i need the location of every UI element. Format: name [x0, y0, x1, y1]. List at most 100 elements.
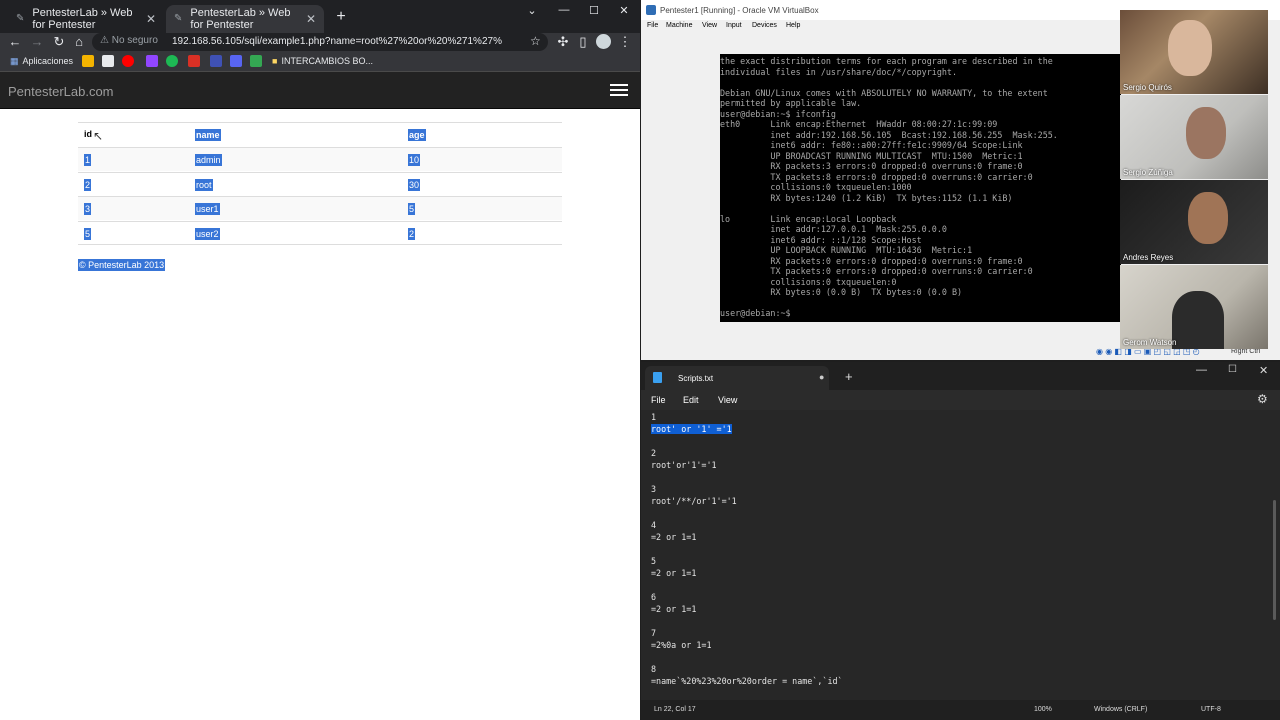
url-text[interactable]: 192.168.56.105/sqli/example1.php?name=ro…: [172, 36, 502, 47]
sidepanel-icon[interactable]: ▯: [574, 33, 592, 51]
participant-tile[interactable]: Andres Reyes: [1120, 180, 1268, 264]
bookmark-folder[interactable]: ■ INTERCAMBIOS BO...: [272, 54, 373, 68]
terminal-line: individual files in /usr/share/doc/*/cop…: [720, 66, 957, 77]
vbox-menu-help[interactable]: Help: [786, 22, 800, 29]
menu-kebab-icon[interactable]: ⋮: [616, 33, 634, 51]
new-tab-button[interactable]: +: [845, 369, 853, 384]
terminal-line: TX packets:8 errors:0 dropped:0 overruns…: [720, 171, 1033, 182]
vbox-menu-view[interactable]: View: [702, 22, 717, 29]
close-window-button[interactable]: ✕: [1259, 364, 1268, 377]
reload-icon[interactable]: ↻: [50, 33, 68, 51]
terminal-line: collisions:0 txqueuelen:1000: [720, 182, 912, 192]
close-window-button[interactable]: ✕: [610, 4, 638, 18]
table-header-row: id name age: [78, 122, 562, 146]
participant-tile[interactable]: Gerom Watson: [1120, 265, 1268, 349]
vm-terminal[interactable]: the exact distribution terms for each pr…: [720, 54, 1121, 322]
terminal-line: UP BROADCAST RUNNING MULTICAST MTU:1500 …: [720, 150, 1023, 161]
notepad-menu-view[interactable]: View: [718, 395, 737, 405]
youtube-icon[interactable]: [122, 55, 134, 67]
bookmark-icon[interactable]: [102, 55, 114, 67]
mouse-cursor-icon: ↖: [93, 129, 104, 143]
browser-tab-2[interactable]: ✎ PentesterLab » Web for Pentester ✕: [166, 5, 324, 33]
hamburger-menu-icon[interactable]: [610, 84, 628, 98]
chevron-down-icon[interactable]: ⌄: [518, 4, 546, 18]
terminal-line: inet addr:127.0.0.1 Mask:255.0.0.0: [720, 224, 947, 234]
notepad-menu-edit[interactable]: Edit: [683, 395, 699, 405]
maximize-button[interactable]: ☐: [1228, 364, 1237, 375]
bookmark-icon[interactable]: [210, 55, 222, 67]
terminal-line: RX packets:3 errors:0 dropped:0 overruns…: [720, 161, 1023, 171]
code-line: 5: [651, 556, 657, 566]
terminal-line: inet6 addr: fe80::a00:27ff:fe1c:9909/64 …: [720, 140, 1023, 150]
participant-name: Sergio Zúñiga: [1123, 168, 1173, 177]
unsaved-dot-icon[interactable]: ●: [819, 372, 824, 382]
cell-age: 2: [408, 228, 416, 240]
code-line: 1: [651, 412, 657, 422]
bookmark-icon[interactable]: [230, 55, 242, 67]
code-line: 7: [651, 628, 657, 638]
participant-tile[interactable]: Sergio Zúñiga: [1120, 95, 1268, 179]
drive-icon[interactable]: [250, 55, 262, 67]
notepad-statusbar: Ln 22, Col 17 100% Windows (CRLF) UTF-8: [641, 702, 1280, 720]
code-line-selected: root' or '1' ='1: [651, 424, 732, 434]
notepad-editor[interactable]: 1 root' or '1' ='1 2 root'or'1'='1 3 roo…: [641, 410, 1280, 700]
gmail-icon[interactable]: [188, 55, 200, 67]
new-tab-button[interactable]: +: [332, 8, 350, 26]
table-header-id: id: [84, 129, 92, 139]
close-icon[interactable]: ✕: [146, 12, 156, 26]
site-navbar: PentesterLab.com: [0, 72, 640, 109]
close-icon[interactable]: ✕: [306, 12, 316, 26]
vbox-menu-machine[interactable]: Machine: [666, 22, 692, 29]
minimize-button[interactable]: —: [1196, 364, 1207, 376]
code-line: 8: [651, 664, 657, 674]
back-icon[interactable]: ←: [6, 33, 24, 51]
home-icon[interactable]: ⌂: [70, 33, 88, 51]
bookmark-apps[interactable]: ▦ Aplicaciones: [10, 54, 73, 68]
participant-video: [1186, 107, 1226, 159]
cell-name: user1: [195, 203, 220, 215]
star-icon[interactable]: ☆: [530, 34, 541, 48]
table-header-age: age: [408, 129, 426, 141]
warning-icon: ⚠: [100, 35, 109, 46]
extensions-icon[interactable]: ✣: [554, 33, 572, 51]
vbox-menu-devices[interactable]: Devices: [752, 22, 777, 29]
cell-id: 2: [84, 179, 92, 191]
code-line: =2 or 1=1: [651, 532, 697, 542]
site-brand[interactable]: PentesterLab.com: [8, 84, 114, 99]
site-footer: © PentesterLab 2013: [78, 259, 166, 271]
participant-tile[interactable]: Sergio Quirós: [1120, 10, 1268, 94]
maximize-button[interactable]: ☐: [580, 4, 608, 18]
terminal-line: UP LOOPBACK RUNNING MTU:16436 Metric:1: [720, 245, 973, 255]
cell-name: user2: [195, 228, 220, 240]
cell-id: 3: [84, 203, 92, 215]
cursor-position: Ln 22, Col 17: [654, 706, 696, 713]
host-key-label: Right Ctrl: [1231, 348, 1261, 355]
gear-icon[interactable]: ⚙: [1257, 392, 1268, 406]
notepad-menu-file[interactable]: File: [651, 395, 666, 405]
minimize-button[interactable]: —: [550, 4, 578, 18]
code-line: =2 or 1=1: [651, 568, 697, 578]
cell-id: 5: [84, 228, 92, 240]
address-bar[interactable]: ⚠ No seguro 192.168.56.105/sqli/example1…: [92, 33, 548, 51]
table-header-name: name: [195, 129, 221, 141]
code-line: 3: [651, 484, 657, 494]
browser-tab-1[interactable]: ✎ PentesterLab » Web for Pentester ✕: [8, 5, 164, 33]
notepad-icon: [653, 372, 662, 383]
avatar[interactable]: [596, 34, 611, 49]
code-line: 2: [651, 448, 657, 458]
terminal-line: RX bytes:1240 (1.2 KiB) TX bytes:1152 (1…: [720, 192, 1013, 203]
security-warning[interactable]: ⚠ No seguro: [100, 35, 158, 46]
spotify-icon[interactable]: [166, 55, 178, 67]
notepad-window: Scripts.txt ● + — ☐ ✕ File Edit View ⚙ 1…: [641, 362, 1280, 720]
forward-icon[interactable]: →: [28, 33, 46, 51]
bookmark-icon[interactable]: [82, 55, 94, 67]
feather-icon: ✎: [174, 13, 183, 24]
vertical-scrollbar[interactable]: [1273, 500, 1276, 620]
feather-icon: ✎: [16, 13, 25, 24]
vbox-menu-file[interactable]: File: [647, 22, 658, 29]
table-row: 3 user1 5: [78, 196, 562, 220]
vbox-menu-input[interactable]: Input: [726, 22, 742, 29]
twitch-icon[interactable]: [146, 55, 158, 67]
code-line: root'/**/or'1'='1: [651, 496, 737, 506]
notepad-tab[interactable]: Scripts.txt ●: [645, 366, 829, 390]
